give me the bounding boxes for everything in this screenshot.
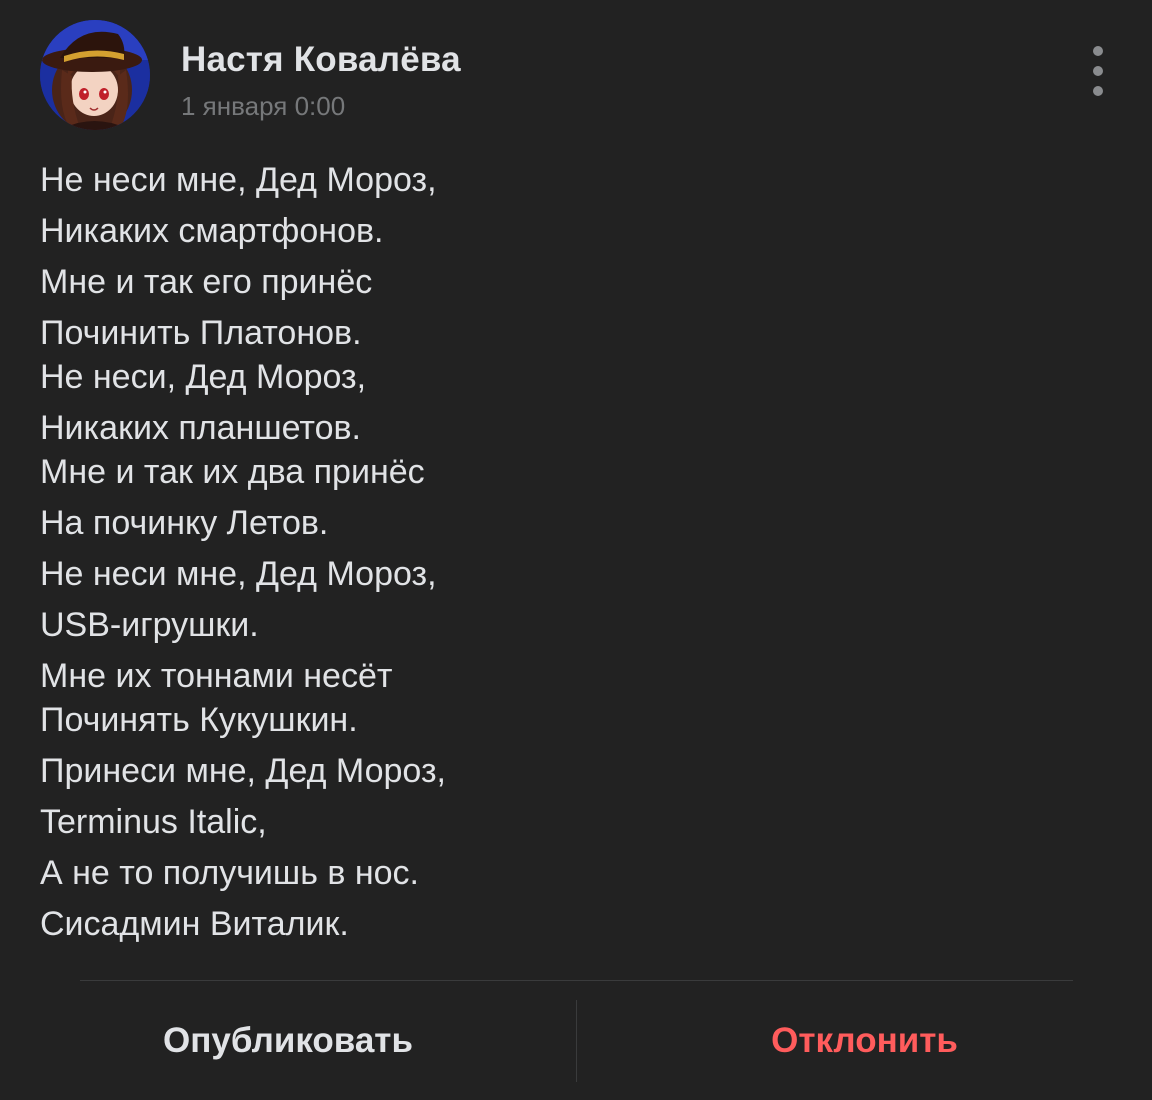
post-date: 1 января 0:00 — [181, 91, 346, 121]
post-text-line: На починку Летов. — [40, 504, 329, 542]
post-text-line: Мне и так его принёс — [40, 263, 373, 301]
avatar-image — [40, 20, 150, 130]
post-text-line: А не то получишь в нос. — [40, 854, 419, 892]
post-text-line: Не неси мне, Дед Мороз, — [40, 161, 437, 199]
more-vertical-icon — [1093, 46, 1103, 56]
post-text-line: Мне их тоннами несёт — [40, 657, 393, 695]
suggested-post-card: Настя Ковалёва 1 января 0:00 Не неси мне… — [0, 0, 1152, 1100]
post-text-line: Никаких смартфонов. — [40, 212, 384, 250]
post-text-line: Не неси мне, Дед Мороз, — [40, 555, 437, 593]
post-text-line: Не неси, Дед Мороз, — [40, 358, 367, 396]
post-text-line: Мне и так их два принёс — [40, 453, 425, 491]
avatar[interactable] — [40, 20, 150, 130]
more-options-button[interactable] — [1080, 46, 1116, 96]
more-vertical-icon-dot — [1093, 66, 1103, 76]
author-name[interactable]: Настя Ковалёва — [181, 40, 461, 80]
more-vertical-icon-dot — [1093, 86, 1103, 96]
reject-button[interactable]: Отклонить — [577, 1000, 1152, 1082]
publish-button[interactable]: Опубликовать — [0, 1000, 576, 1082]
post-text-line: Сисадмин Виталик. — [40, 905, 349, 943]
post-text-line: Починять Кукушкин. — [40, 701, 358, 739]
post-text-line: Принеси мне, Дед Мороз, — [40, 752, 446, 790]
post-text-line: Никаких планшетов. — [40, 409, 361, 447]
post-text-line: Terminus Italic, — [40, 803, 267, 841]
actions-divider — [80, 980, 1073, 981]
post-text-line: USB-игрушки. — [40, 606, 259, 644]
post-text-line: Починить Платонов. — [40, 314, 362, 352]
